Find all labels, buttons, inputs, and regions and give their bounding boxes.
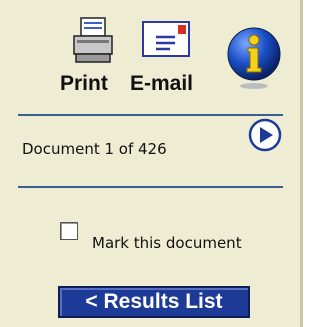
- next-arrow-icon: [248, 118, 282, 152]
- mark-document-label: Mark this document: [92, 234, 242, 252]
- results-list-button[interactable]: < Results List: [58, 286, 250, 318]
- info-button[interactable]: [226, 14, 282, 92]
- document-status: Document 1 of 426: [22, 140, 167, 158]
- document-tools-panel: Print E-mail Document 1 of 426 Mark this…: [0, 0, 303, 327]
- email-button[interactable]: E-mail: [130, 6, 220, 106]
- toolbar: Print E-mail: [60, 6, 282, 116]
- printer-icon: [73, 17, 113, 63]
- next-document-button[interactable]: [248, 118, 282, 152]
- mark-document-row: Mark this document: [60, 222, 280, 252]
- print-button[interactable]: Print: [60, 6, 140, 106]
- mark-document-checkbox[interactable]: [60, 222, 78, 240]
- info-icon: [227, 27, 281, 89]
- envelope-icon: [142, 21, 190, 57]
- divider-bottom: [18, 186, 283, 188]
- print-label: Print: [60, 72, 108, 95]
- email-label: E-mail: [130, 72, 194, 95]
- divider-top: [18, 114, 283, 116]
